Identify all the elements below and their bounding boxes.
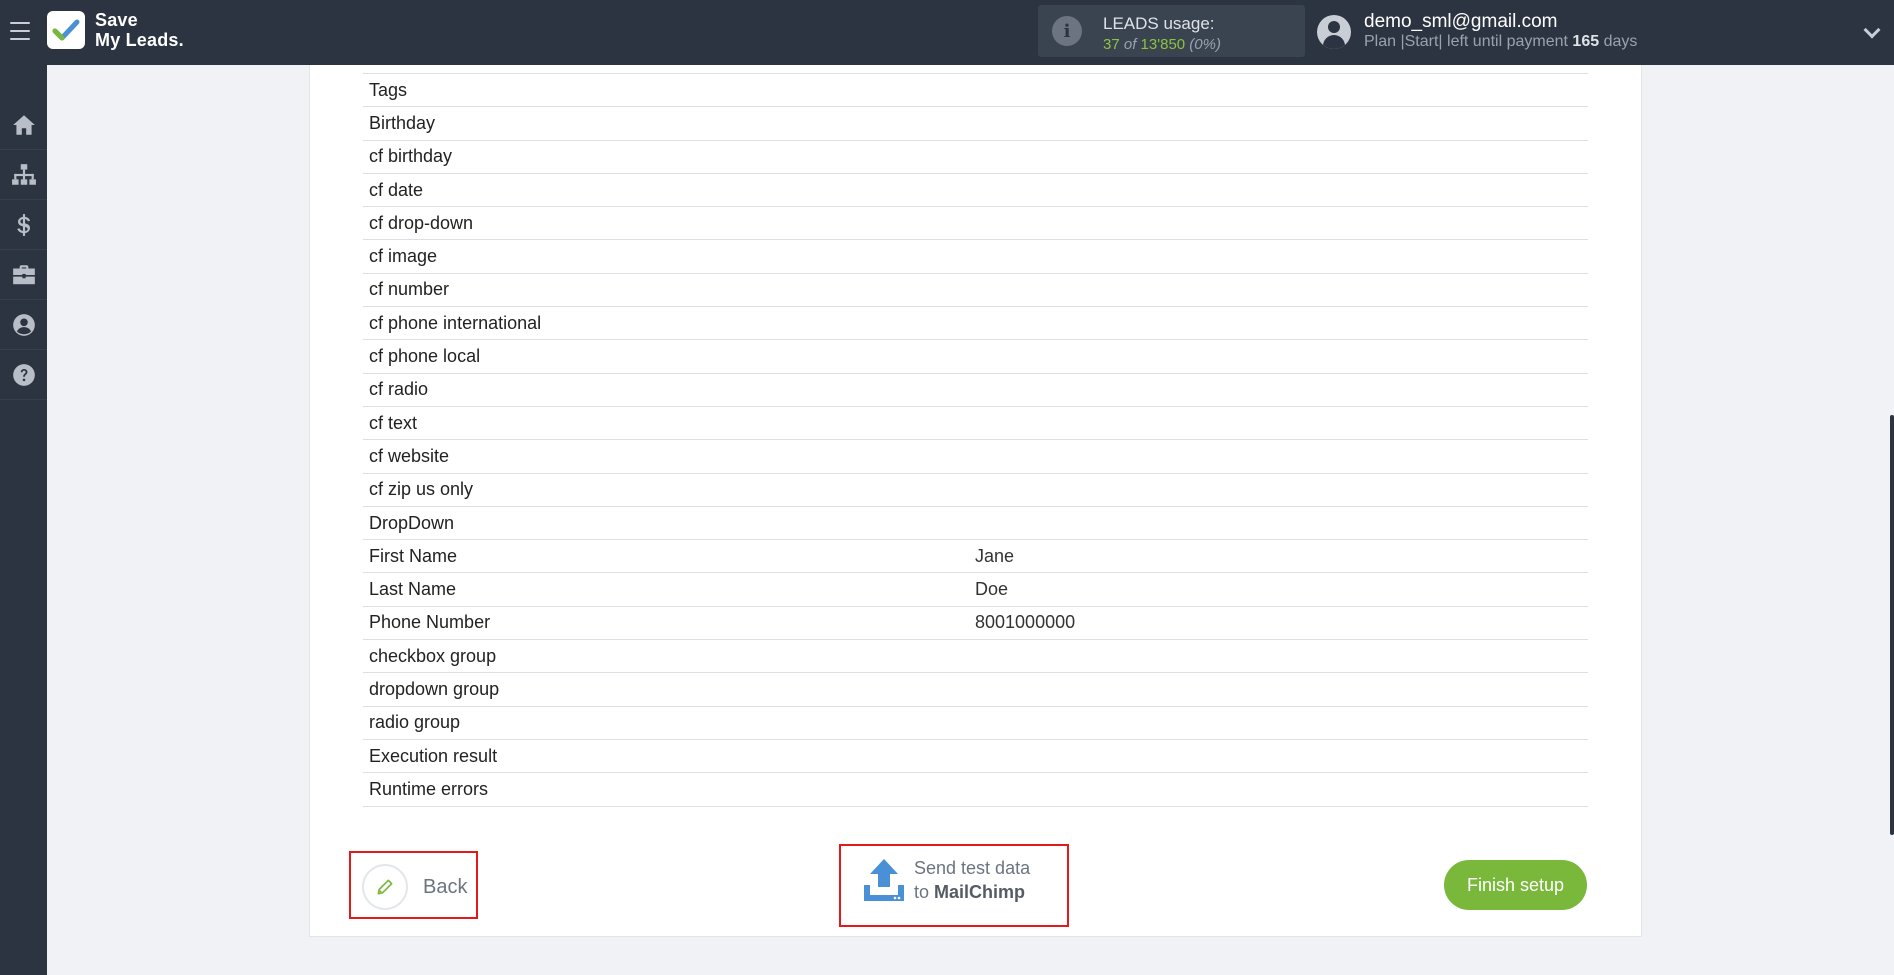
hamburger-menu-icon[interactable]: [10, 22, 30, 40]
table-row: Tags: [363, 74, 1588, 108]
top-bar: Save My Leads. i LEADS usage: 37 of 13'8…: [0, 0, 1894, 65]
dollar-icon: [16, 213, 30, 236]
table-row: Phone Number 8001000000: [363, 607, 1588, 641]
field-name: First Name: [369, 545, 458, 566]
table-row: DropDown: [363, 507, 1588, 541]
info-icon: i: [1052, 16, 1082, 46]
field-name: Phone Number: [369, 612, 491, 633]
back-label: Back: [423, 875, 468, 898]
table-row: Runtime errors: [363, 773, 1588, 807]
briefcase-icon: [12, 264, 35, 284]
brand-logo[interactable]: Save My Leads.: [47, 10, 184, 50]
table-row: First Name Jane: [363, 540, 1588, 574]
field-name: Runtime errors: [369, 778, 489, 799]
leads-usage-title: LEADS usage:: [1103, 14, 1215, 33]
field-value: 8001000000: [975, 612, 1076, 633]
table-row: Execution result: [363, 740, 1588, 774]
field-name: DropDown: [369, 512, 455, 533]
field-name: cf drop-down: [369, 212, 474, 233]
field-name: cf date: [369, 179, 424, 200]
table-row: Last Name Doe: [363, 573, 1588, 607]
field-mapping-table: Tags Birthday cf birthday cf date cf drop-do…: [363, 73, 1588, 807]
field-name: Tags: [369, 79, 408, 100]
sidebar-item-connections[interactable]: [0, 150, 47, 200]
brand-name: Save My Leads.: [95, 10, 184, 50]
sidebar-item-billing[interactable]: [0, 200, 47, 250]
table-row: Birthday: [363, 107, 1588, 141]
scrollbar-thumb[interactable]: [1890, 415, 1894, 835]
user-circle-icon: [12, 313, 35, 336]
pencil-icon: [362, 864, 408, 910]
sidebar-item-tools[interactable]: [0, 250, 47, 300]
field-name: cf zip us only: [369, 479, 474, 500]
table-row: cf phone international: [363, 307, 1588, 341]
field-name: radio group: [369, 712, 461, 733]
table-row: cf birthday: [363, 141, 1588, 174]
leads-usage-panel: i LEADS usage: 37 of 13'850 (0%): [1038, 5, 1305, 57]
table-row: cf text: [363, 407, 1588, 441]
field-name: cf number: [369, 279, 450, 300]
table-row: cf drop-down: [363, 207, 1588, 241]
finish-setup-button[interactable]: Finish setup: [1444, 860, 1587, 910]
upload-icon: [864, 859, 904, 901]
field-name: cf radio: [369, 379, 429, 400]
table-row: dropdown group: [363, 673, 1588, 707]
table-row: cf radio: [363, 374, 1588, 407]
table-row: cf date: [363, 174, 1588, 208]
field-name: cf birthday: [369, 146, 453, 167]
home-icon: [12, 114, 35, 135]
send-test-data-label: Send test data to MailChimp: [914, 858, 1031, 902]
sitemap-icon: [11, 163, 36, 185]
field-value: Jane: [975, 545, 1015, 566]
sidebar: [0, 65, 47, 975]
table-row: cf number: [363, 274, 1588, 308]
table-row: cf website: [363, 440, 1588, 474]
sidebar-item-home[interactable]: [0, 100, 47, 150]
field-name: cf image: [369, 246, 438, 267]
table-row: cf zip us only: [363, 474, 1588, 507]
table-row: cf image: [363, 240, 1588, 274]
table-row: checkbox group: [363, 640, 1588, 674]
setup-card: Tags Birthday cf birthday cf date cf drop-do…: [309, 65, 1642, 937]
plan-info: Plan |Start| left until payment 165 days: [1364, 33, 1638, 50]
back-button[interactable]: Back: [362, 864, 467, 910]
field-name: cf website: [369, 445, 450, 466]
send-test-data-button[interactable]: Send test data to MailChimp: [862, 856, 1030, 904]
sidebar-item-help[interactable]: [0, 350, 47, 400]
field-name: Last Name: [369, 579, 457, 600]
chevron-down-icon[interactable]: [1863, 21, 1881, 39]
question-icon: [12, 363, 35, 386]
table-row: radio group: [363, 707, 1588, 740]
field-name: checkbox group: [369, 645, 497, 666]
table-row: cf phone local: [363, 340, 1588, 374]
field-name: cf text: [369, 412, 418, 433]
leads-usage-count: 37 of 13'850 (0%): [1103, 36, 1221, 53]
field-name: dropdown group: [369, 678, 500, 699]
field-name: Birthday: [369, 112, 436, 133]
user-email: demo_sml@gmail.com: [1364, 11, 1558, 32]
avatar-icon: [1317, 15, 1351, 49]
field-name: Execution result: [369, 745, 498, 766]
field-name: cf phone local: [369, 346, 481, 367]
field-value: Doe: [975, 579, 1009, 600]
checkmark-logo-icon: [47, 11, 85, 49]
field-name: cf phone international: [369, 312, 542, 333]
scrollbar[interactable]: [1890, 65, 1894, 975]
sidebar-item-account[interactable]: [0, 300, 47, 350]
